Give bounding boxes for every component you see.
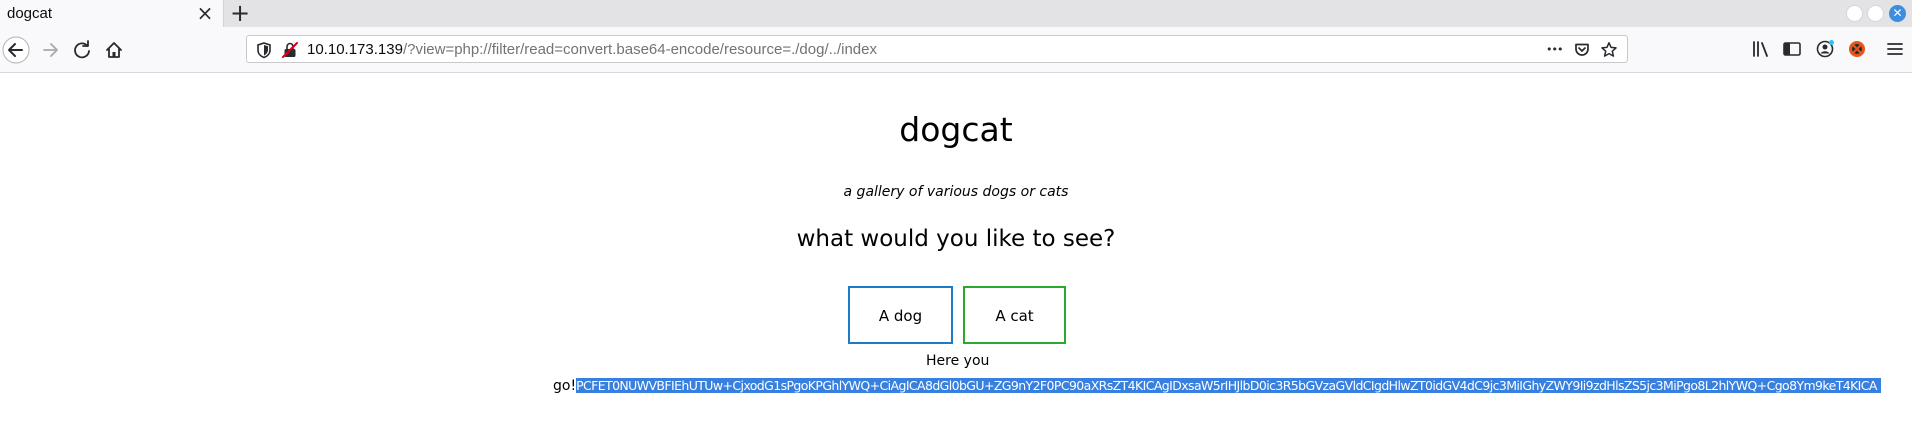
extension-icon[interactable] <box>1846 38 1868 60</box>
output-label-suffix: go! <box>553 378 577 394</box>
tracking-shield-icon[interactable] <box>255 41 273 59</box>
back-arrow-icon[interactable] <box>2 36 30 64</box>
minimize-button[interactable] <box>1846 5 1863 22</box>
page-actions-icon[interactable]: ••• <box>1546 41 1564 59</box>
pocket-icon[interactable] <box>1573 41 1591 59</box>
output-label: Here you <box>926 353 990 369</box>
forward-arrow-icon <box>36 36 64 64</box>
url-path: /?view=php://filter/read=convert.base64-… <box>402 41 877 58</box>
tab-strip: dogcat × + ✕ <box>0 0 1912 27</box>
account-icon[interactable] <box>1814 38 1836 60</box>
tab-dogcat[interactable]: dogcat × <box>0 0 224 27</box>
reload-icon[interactable] <box>68 36 96 64</box>
base64-output-selected[interactable]: PCFET0NUWVBFIEhUTUw+CjxodG1sPgoKPGhlYWQ+… <box>576 378 1881 393</box>
new-tab-icon[interactable]: + <box>228 1 252 25</box>
maximize-button[interactable] <box>1867 5 1884 22</box>
site-title: dogcat <box>899 110 1013 149</box>
dog-button[interactable]: A dog <box>848 286 953 344</box>
cat-button[interactable]: A cat <box>963 286 1066 344</box>
navigation-bar: 10.10.173.139/?view=php://filter/read=co… <box>0 27 1912 73</box>
url-host: 10.10.173.139 <box>307 41 403 58</box>
tab-close-icon[interactable]: × <box>196 3 214 23</box>
tab-title: dogcat <box>7 5 53 22</box>
insecure-lock-icon[interactable] <box>281 41 299 59</box>
window-close-button[interactable]: ✕ <box>1889 5 1906 22</box>
menu-icon[interactable] <box>1884 38 1906 60</box>
site-tagline: a gallery of various dogs or cats <box>843 184 1069 200</box>
home-icon[interactable] <box>100 36 128 64</box>
page-content: dogcat a gallery of various dogs or cats… <box>0 73 1912 434</box>
sidebar-icon[interactable] <box>1781 38 1803 60</box>
library-icon[interactable] <box>1750 38 1772 60</box>
url-text[interactable]: 10.10.173.139/?view=php://filter/read=co… <box>307 41 877 58</box>
output-line: go!PCFET0NUWVBFIEhUTUw+CjxodG1sPgoKPGhlY… <box>553 377 1881 395</box>
url-bar[interactable]: 10.10.173.139/?view=php://filter/read=co… <box>246 35 1628 63</box>
bookmark-star-icon[interactable] <box>1600 41 1618 59</box>
question-heading: what would you like to see? <box>796 226 1116 252</box>
